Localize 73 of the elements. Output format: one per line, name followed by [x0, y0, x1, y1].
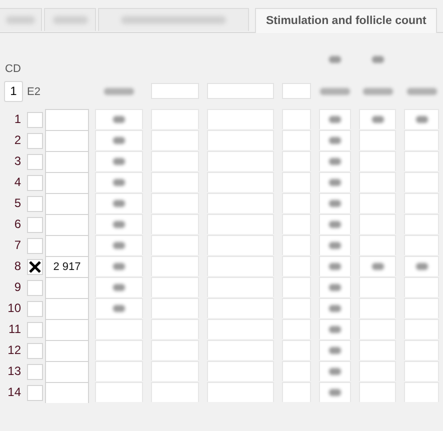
e2-field[interactable]: [45, 172, 89, 193]
blurred-mark: [113, 179, 125, 186]
blurred-mark: [113, 200, 125, 207]
header-field[interactable]: [282, 83, 311, 99]
row-number: 1: [13, 111, 22, 128]
blurred-mark: [372, 116, 384, 123]
blurred-mark: [329, 305, 341, 312]
row-number: 12: [6, 342, 22, 359]
header-field[interactable]: [151, 83, 199, 99]
blurred-mark: [113, 284, 125, 291]
blurred-mark: [113, 305, 125, 312]
blurred-mark: [329, 368, 341, 375]
row-number: 6: [13, 216, 22, 233]
e2-field[interactable]: [45, 130, 89, 151]
row-number: 14: [6, 384, 22, 401]
row-number: 5: [13, 195, 22, 212]
blurred-mark: [113, 158, 125, 165]
e2-field[interactable]: [45, 214, 89, 235]
blurred-mark: [372, 263, 384, 270]
blurred-mark: [329, 389, 341, 396]
e2-label: E2: [26, 86, 40, 98]
row-number: 4: [13, 174, 22, 191]
blurred-mark: [329, 221, 341, 228]
row-number: 13: [6, 363, 22, 380]
header-field[interactable]: [207, 83, 274, 99]
cycle-day-field[interactable]: 1: [4, 80, 23, 102]
blurred-mark: [113, 242, 125, 249]
e2-field[interactable]: [45, 109, 89, 130]
e2-field[interactable]: [45, 319, 89, 340]
blurred-mark: [329, 158, 341, 165]
blurred-mark: [329, 242, 341, 249]
e2-field[interactable]: [45, 382, 89, 403]
blurred-mark: [113, 221, 125, 228]
blurred-mark: [329, 347, 341, 354]
blurred-mark: [329, 179, 341, 186]
e2-field[interactable]: [45, 235, 89, 256]
blurred-mark: [329, 137, 341, 144]
blurred-mark: [416, 116, 428, 123]
blurred-mark: [329, 326, 341, 333]
e2-field[interactable]: [45, 193, 89, 214]
row-number: 11: [8, 321, 22, 338]
row-number: 3: [13, 153, 22, 170]
row-number: 9: [13, 279, 22, 296]
row-number: 10: [6, 300, 22, 317]
e2-field[interactable]: [45, 277, 89, 298]
blurred-mark: [320, 88, 350, 94]
e2-field[interactable]: [45, 340, 89, 361]
cycle-day-label: CD: [4, 63, 22, 77]
row-number: 8: [13, 258, 22, 275]
tab[interactable]: [44, 8, 96, 31]
checkbox[interactable]: [27, 258, 43, 274]
blurred-mark: [113, 116, 125, 123]
blurred-mark: [113, 263, 125, 270]
tab[interactable]: Stimulation and follicle count: [255, 8, 438, 33]
blurred-mark: [113, 137, 125, 144]
blurred-mark: [329, 116, 341, 123]
tab[interactable]: [0, 8, 42, 31]
blurred-mark: [104, 88, 134, 94]
blurred-mark: [329, 200, 341, 207]
e2-field[interactable]: [45, 361, 89, 382]
blurred-mark: [362, 88, 392, 94]
blurred-mark: [329, 56, 341, 62]
blurred-mark: [372, 56, 384, 62]
e2-field[interactable]: 2 917: [45, 256, 89, 277]
blurred-mark: [329, 284, 341, 291]
tab[interactable]: [98, 8, 249, 31]
e2-field[interactable]: [45, 298, 89, 319]
blurred-mark: [416, 263, 428, 270]
blurred-mark: [406, 88, 436, 94]
blurred-mark: [329, 263, 341, 270]
e2-field[interactable]: [45, 151, 89, 172]
row-number: 2: [13, 132, 22, 149]
row-number: 7: [13, 237, 22, 254]
